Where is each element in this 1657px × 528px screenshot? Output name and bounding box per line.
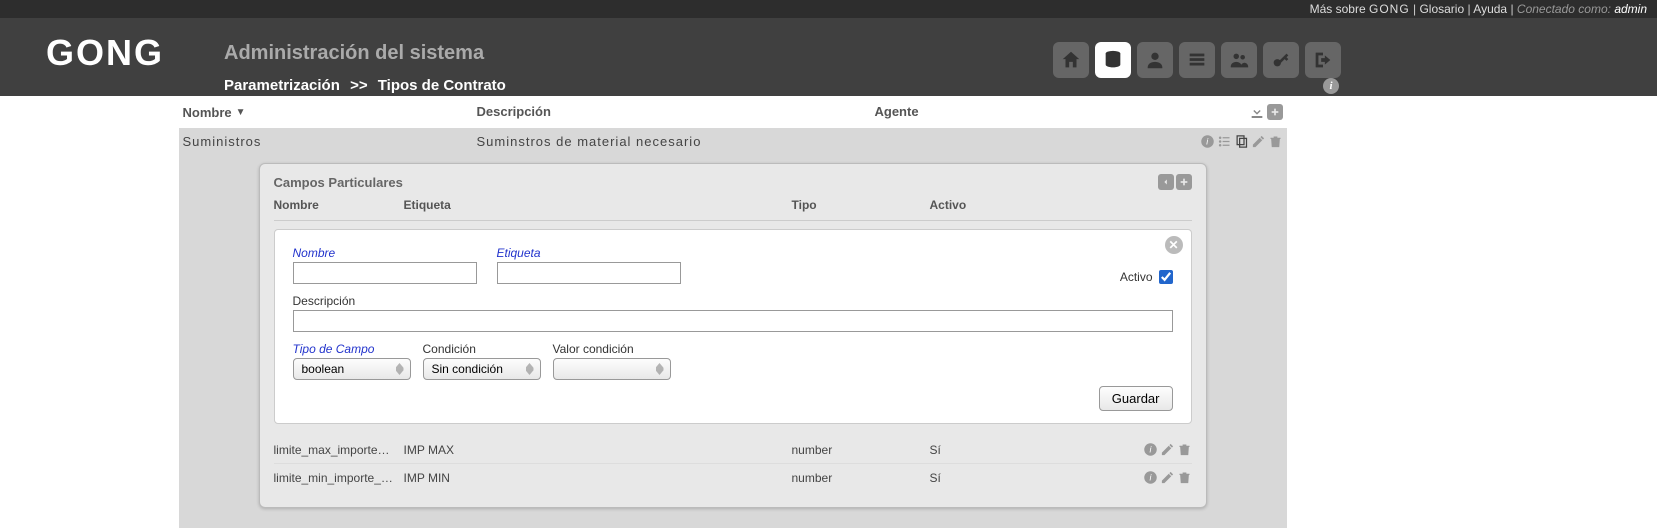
nav-users-icon[interactable]: [1221, 42, 1257, 78]
breadcrumb-tipos-contrato[interactable]: Tipos de Contrato: [378, 77, 506, 94]
panel-add-icon[interactable]: [1176, 174, 1192, 190]
label-descripcion: Descripción: [293, 294, 1173, 308]
scol-activo[interactable]: Activo: [930, 198, 1122, 212]
nav-icons: [1053, 42, 1341, 78]
col-nombre-header[interactable]: Nombre ▼: [183, 104, 477, 120]
nombre-field[interactable]: [293, 262, 477, 284]
col-descripcion-header[interactable]: Descripción: [477, 104, 875, 120]
campos-panel: Campos Particulares Nombre Etiqueta Tipo…: [259, 163, 1207, 508]
table-headers: Nombre ▼ Descripción Agente: [179, 96, 1287, 128]
field-tipo: number: [792, 471, 930, 485]
field-row: limite_min_importe_con… IMP MIN number S…: [274, 464, 1192, 491]
row-nombre: Suministros: [183, 134, 477, 149]
current-user: admin: [1614, 2, 1647, 16]
field-row: limite_max_importe_con… IMP MAX number S…: [274, 436, 1192, 464]
etiqueta-field[interactable]: [497, 262, 681, 284]
nav-user-icon[interactable]: [1137, 42, 1173, 78]
col-agente-header[interactable]: Agente: [875, 104, 1223, 120]
field-edit-icon[interactable]: [1160, 442, 1175, 457]
guardar-button[interactable]: Guardar: [1099, 386, 1173, 411]
header: GONG Administración del sistema Parametr…: [0, 18, 1657, 96]
row-list-icon[interactable]: [1217, 134, 1232, 149]
panel-back-icon[interactable]: [1158, 174, 1174, 190]
panel-wrap: Campos Particulares Nombre Etiqueta Tipo…: [179, 155, 1287, 528]
field-info-icon[interactable]: [1143, 442, 1158, 457]
nav-key-icon[interactable]: [1263, 42, 1299, 78]
more-about-link[interactable]: Más sobre GONG: [1310, 2, 1410, 16]
nav-stack-icon[interactable]: [1179, 42, 1215, 78]
glossary-link[interactable]: Glosario: [1419, 2, 1464, 16]
field-delete-icon[interactable]: [1177, 442, 1192, 457]
scol-tipo[interactable]: Tipo: [792, 198, 930, 212]
field-etiqueta: IMP MAX: [404, 443, 792, 457]
add-icon[interactable]: [1267, 104, 1283, 120]
label-etiqueta: Etiqueta: [497, 246, 681, 260]
breadcrumb-parametrizacion[interactable]: Parametrización: [224, 77, 340, 94]
label-condicion: Condición: [423, 342, 541, 356]
field-nombre: limite_max_importe_con…: [274, 443, 404, 457]
row-info-icon[interactable]: [1200, 134, 1215, 149]
connected-as-label: Conectado como:: [1517, 2, 1611, 16]
form-card: ✕ Nombre Etiqueta Activo: [274, 229, 1192, 424]
table-row: Suministros Suminstros de material neces…: [179, 128, 1287, 155]
nav-home-icon[interactable]: [1053, 42, 1089, 78]
help-link[interactable]: Ayuda: [1473, 2, 1507, 16]
nav-database-icon[interactable]: [1095, 42, 1131, 78]
page-title: Administración del sistema: [224, 42, 484, 65]
condicion-select[interactable]: Sin condición: [423, 358, 541, 380]
logo: GONG: [46, 32, 164, 74]
info-icon[interactable]: i: [1323, 78, 1339, 94]
topbar: Más sobre GONG | Glosario | Ayuda | Cone…: [0, 0, 1657, 18]
scol-etiqueta[interactable]: Etiqueta: [404, 198, 792, 212]
download-icon[interactable]: [1249, 104, 1265, 120]
panel-title: Campos Particulares: [274, 175, 403, 190]
field-delete-icon[interactable]: [1177, 470, 1192, 485]
field-tipo: number: [792, 443, 930, 457]
label-tipo-campo: Tipo de Campo: [293, 342, 411, 356]
close-icon[interactable]: ✕: [1165, 236, 1183, 254]
activo-checkbox[interactable]: [1159, 270, 1173, 284]
breadcrumb: Parametrización >> Tipos de Contrato: [224, 77, 506, 96]
label-activo: Activo: [1120, 270, 1153, 284]
valor-condicion-select[interactable]: [553, 358, 671, 380]
field-edit-icon[interactable]: [1160, 470, 1175, 485]
row-edit-icon[interactable]: [1251, 134, 1266, 149]
scol-nombre[interactable]: Nombre: [274, 198, 404, 212]
row-descripcion: Suminstros de material necesario: [477, 134, 875, 149]
nav-exit-icon[interactable]: [1305, 42, 1341, 78]
label-nombre: Nombre: [293, 246, 477, 260]
field-activo: Sí: [930, 443, 1122, 457]
field-info-icon[interactable]: [1143, 470, 1158, 485]
sub-table-headers: Nombre Etiqueta Tipo Activo: [274, 194, 1192, 221]
tipo-campo-select[interactable]: boolean: [293, 358, 411, 380]
row-delete-icon[interactable]: [1268, 134, 1283, 149]
label-valor-cond: Valor condición: [553, 342, 671, 356]
field-etiqueta: IMP MIN: [404, 471, 792, 485]
brand-mini: GONG: [1369, 2, 1410, 16]
field-activo: Sí: [930, 471, 1122, 485]
descripcion-field[interactable]: [293, 310, 1173, 332]
row-copy-icon[interactable]: [1234, 134, 1249, 149]
sort-desc-icon: ▼: [236, 107, 246, 118]
content: Nombre ▼ Descripción Agente Suministros …: [179, 96, 1287, 528]
field-nombre: limite_min_importe_con…: [274, 471, 404, 485]
